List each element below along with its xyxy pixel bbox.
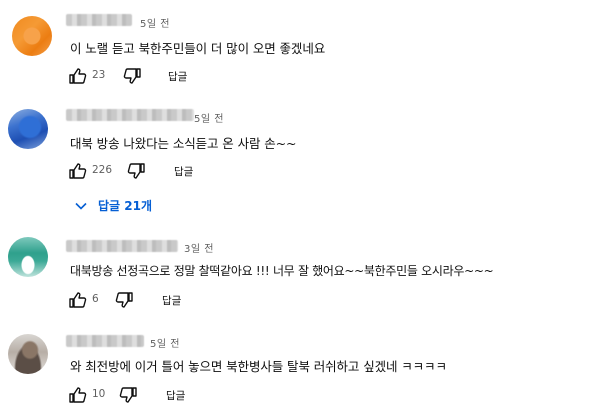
dislike-icon[interactable] (114, 290, 134, 310)
comment-text: 와 최전방에 이거 틀어 놓으면 북한병사들 탈북 러쉬하고 싶겠네 ㅋㅋㅋㅋ (70, 359, 447, 374)
comment-actions: 23 답글 (68, 66, 268, 86)
comment-actions: 10 답글 (68, 385, 268, 405)
like-icon[interactable] (68, 290, 88, 310)
comment-text: 이 노랠 듣고 북한주민들이 더 많이 오면 좋겠네요 (70, 41, 326, 56)
avatar[interactable] (8, 334, 48, 374)
like-count: 6 (92, 293, 99, 305)
avatar[interactable] (8, 237, 48, 277)
like-icon[interactable] (68, 385, 88, 405)
comment-actions: 6 답글 (68, 290, 268, 310)
reply-button[interactable]: 답글 (162, 293, 181, 308)
comment-time[interactable]: 3일 전 (184, 240, 214, 255)
reply-button[interactable]: 답글 (168, 69, 187, 84)
avatar[interactable] (12, 16, 52, 56)
comment-time[interactable]: 5일 전 (150, 335, 180, 350)
view-replies-button[interactable]: 답글 21개 (74, 195, 194, 217)
comment-1: 5일 전 이 노랠 듣고 북한주민들이 더 많이 오면 좋겠네요 23 답글 (0, 0, 610, 95)
avatar[interactable] (8, 109, 48, 149)
author-name[interactable] (66, 14, 132, 26)
comment-time[interactable]: 5일 전 (140, 15, 170, 30)
view-replies-label: 답글 21개 (98, 199, 152, 213)
chevron-down-icon (75, 202, 87, 210)
like-count: 10 (92, 388, 106, 400)
comment-actions: 226 답글 (68, 161, 268, 181)
reply-button[interactable]: 답글 (166, 388, 185, 403)
dislike-icon[interactable] (118, 385, 138, 405)
author-name[interactable] (66, 240, 178, 252)
comment-2: 5일 전 대북 방송 나왔다는 소식듣고 온 사람 손~~ 226 답글 답글 … (0, 95, 610, 225)
like-icon[interactable] (68, 161, 88, 181)
like-count: 226 (92, 164, 113, 176)
comment-3: 3일 전 대북방송 선정곡으로 정말 찰떡같아요 !!! 너무 잘 했어요~~북… (0, 225, 610, 320)
comment-time[interactable]: 5일 전 (194, 110, 224, 125)
dislike-icon[interactable] (122, 66, 142, 86)
reply-button[interactable]: 답글 (174, 164, 193, 179)
dislike-icon[interactable] (126, 161, 146, 181)
comment-4: 5일 전 와 최전방에 이거 틀어 놓으면 북한병사들 탈북 러쉬하고 싶겠네 … (0, 320, 610, 413)
author-name[interactable] (66, 109, 194, 121)
author-name[interactable] (66, 335, 144, 347)
like-count: 23 (92, 69, 106, 81)
comment-text: 대북 방송 나왔다는 소식듣고 온 사람 손~~ (70, 136, 297, 151)
comment-text: 대북방송 선정곡으로 정말 찰떡같아요 !!! 너무 잘 했어요~~북한주민들 … (70, 264, 494, 278)
like-icon[interactable] (68, 66, 88, 86)
